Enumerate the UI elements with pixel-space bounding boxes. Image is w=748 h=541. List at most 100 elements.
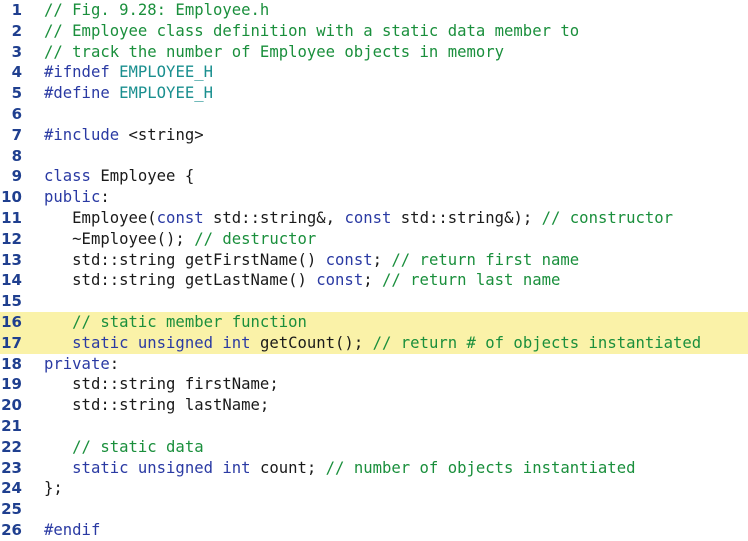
code-token: : [109, 354, 120, 373]
keyword-token: #ifndef [44, 63, 120, 82]
code-text: public: [44, 188, 110, 207]
keyword-token: #endif [44, 521, 101, 539]
comment-token: // return # of objects instantiated [372, 333, 702, 352]
code-line: 21 [0, 416, 748, 437]
code-line: 6 [0, 104, 748, 125]
code-text: // static data [44, 437, 204, 457]
line-number: 3 [11, 42, 22, 61]
code-token: <string> [128, 125, 204, 144]
code-line: 1 // Fig. 9.28: Employee.h [0, 0, 748, 21]
line-number: 10 [1, 188, 22, 207]
macro-token: EMPLOYEE_H [119, 84, 213, 103]
line-number: 22 [1, 437, 22, 456]
code-line: 20 std::string lastName; [0, 395, 748, 416]
code-text: private: [44, 355, 119, 374]
line-number: 1 [11, 1, 22, 19]
code-text: std::string lastName; [44, 396, 269, 415]
code-line: 3 // track the number of Employee objects… [0, 42, 748, 63]
code-line: 22 // static data [0, 437, 748, 458]
code-token: std::string getLastName() [44, 271, 317, 290]
code-line: 18 private: [0, 354, 748, 375]
code-text: // static member function [44, 313, 307, 332]
code-token: ; [363, 271, 382, 290]
line-number: 5 [11, 84, 22, 103]
code-text: std::string firstName; [44, 375, 279, 394]
keyword-token: static unsigned int [44, 458, 260, 477]
keyword-token: const [156, 209, 214, 227]
keyword-token: class [44, 167, 101, 186]
code-token: getCount(); [259, 333, 373, 352]
code-token: std::string firstName; [44, 375, 279, 394]
keyword-token: static unsigned int [44, 333, 260, 352]
code-text: static unsigned int getCount(); // retur… [44, 334, 701, 353]
line-number: 18 [1, 354, 22, 373]
line-number: 11 [1, 209, 22, 227]
code-line: 7 #include <string> [0, 125, 748, 146]
code-text: }; [44, 479, 63, 498]
code-line: 17 static unsigned int getCount(); // re… [0, 332, 748, 354]
code-line: 13 std::string getFirstName() const; // … [0, 250, 748, 271]
comment-token: // number of objects instantiated [325, 458, 636, 477]
line-number: 20 [1, 396, 22, 415]
keyword-token: const [325, 250, 373, 269]
line-number: 17 [1, 333, 22, 352]
code-text: #include <string> [44, 126, 204, 145]
code-text: static unsigned int count; // number of … [44, 459, 635, 478]
code-token: std::string getFirstName() [44, 250, 326, 269]
code-text: class Employee { [44, 167, 194, 186]
code-token: count; [259, 458, 326, 477]
comment-token: // constructor [541, 209, 674, 227]
code-token: ~Employee(); [44, 229, 195, 248]
line-number: 7 [11, 125, 22, 144]
code-text: // Employee class definition with a stat… [44, 22, 579, 41]
line-number: 25 [1, 500, 22, 519]
line-number: 14 [1, 271, 22, 290]
code-line: 12 ~Employee(); // destructor [0, 229, 748, 250]
keyword-token: const [316, 271, 364, 290]
keyword-token: private [44, 354, 110, 373]
line-number: 13 [1, 250, 22, 269]
line-number: 19 [1, 375, 22, 394]
line-number: 6 [11, 105, 22, 123]
comment-token: // Fig. 9.28: Employee.h [44, 1, 270, 19]
code-token: }; [44, 479, 63, 498]
code-text: #define EMPLOYEE_H [44, 84, 213, 103]
code-line: 4 #ifndef EMPLOYEE_H [0, 62, 748, 83]
code-line: 26 #endif [0, 520, 748, 541]
code-token: std::string&); [400, 209, 542, 227]
line-number: 15 [1, 292, 22, 311]
code-text: // Fig. 9.28: Employee.h [44, 1, 269, 20]
code-text: Employee(const std::string&, const std::… [44, 209, 673, 228]
code-line: 23 static unsigned int count; // number … [0, 458, 748, 479]
code-line: 24}; [0, 478, 748, 499]
macro-token: EMPLOYEE_H [119, 63, 213, 82]
code-text: // track the number of Employee objects … [44, 43, 504, 62]
code-line: 11 Employee(const std::string&, const st… [0, 208, 748, 229]
line-number: 2 [11, 21, 22, 40]
code-line: 15 [0, 291, 748, 312]
comment-token: // destructor [194, 229, 317, 248]
keyword-token: #define [44, 84, 120, 103]
code-token: Employee { [100, 167, 195, 186]
line-number: 8 [11, 146, 22, 165]
code-line: 2 // Employee class definition with a sta… [0, 21, 748, 42]
comment-token: // track the number of Employee objects … [44, 42, 505, 61]
code-token: std::string&, [213, 209, 345, 227]
code-token: Employee( [44, 209, 157, 227]
code-text: ~Employee(); // destructor [44, 230, 316, 249]
line-number: 23 [1, 458, 22, 477]
code-token: : [100, 188, 110, 207]
code-line: 5 #define EMPLOYEE_H [0, 83, 748, 104]
line-number: 16 [1, 313, 22, 331]
keyword-token: public [44, 188, 101, 207]
line-number: 21 [1, 417, 22, 435]
code-line: 14 std::string getLastName() const; // r… [0, 270, 748, 291]
code-line: 10 public: [0, 187, 748, 208]
comment-token: // static data [44, 437, 204, 456]
code-line: 9 class Employee { [0, 166, 748, 187]
comment-token: // Employee class definition with a stat… [44, 21, 580, 40]
code-text: #ifndef EMPLOYEE_H [44, 63, 213, 82]
code-text: std::string getLastName() const; // retu… [44, 271, 560, 290]
keyword-token: #include [44, 125, 129, 144]
code-line: 25 [0, 499, 748, 520]
